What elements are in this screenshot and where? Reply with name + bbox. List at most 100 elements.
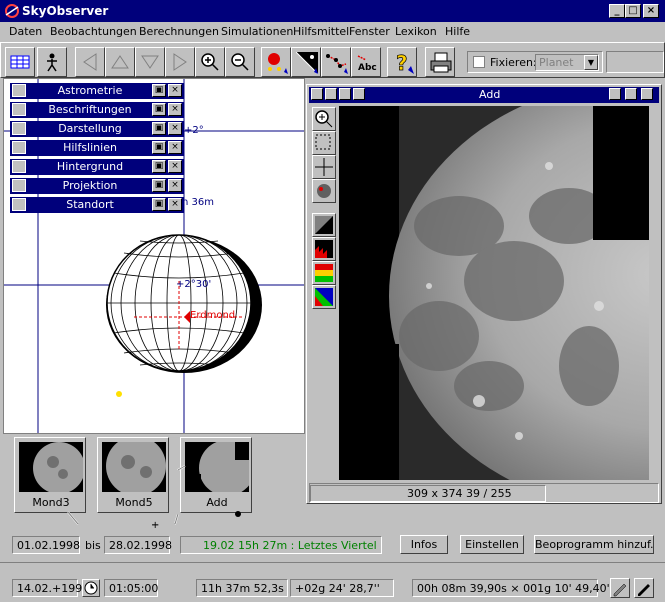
panel-projektion[interactable]: Projektion ▣ ×	[10, 178, 184, 194]
close-button[interactable]: ×	[643, 4, 659, 18]
zoom-in-button[interactable]	[195, 47, 225, 77]
planet-button[interactable]	[261, 47, 291, 77]
panel-expand-button[interactable]: ▣	[152, 141, 166, 154]
zoom-out-button[interactable]	[225, 47, 255, 77]
panel-label: Darstellung	[58, 122, 122, 135]
pencil-icon[interactable]	[12, 122, 26, 135]
edit-button-2[interactable]	[634, 578, 654, 598]
panel-expand-button[interactable]: ▣	[152, 103, 166, 116]
info-button[interactable]: Infos	[400, 535, 448, 554]
star-dot	[116, 391, 122, 397]
table-button[interactable]	[5, 47, 35, 77]
status-time-field[interactable]: 01:05:00	[104, 579, 158, 597]
constellation-button[interactable]	[321, 47, 351, 77]
menu-simulationen[interactable]: Simulationen	[221, 25, 293, 38]
false-color-tool[interactable]	[312, 285, 336, 309]
fix-checkbox[interactable]	[473, 56, 485, 68]
pencil-icon[interactable]	[12, 198, 26, 211]
date-from-field[interactable]: 01.02.1998	[12, 536, 80, 554]
panel-darstellung[interactable]: Darstellung ▣ ×	[10, 121, 184, 137]
arrow-up-icon	[111, 55, 129, 69]
pencil-icon[interactable]	[12, 160, 26, 173]
panel-close-button[interactable]: ×	[168, 122, 182, 135]
question-icon: ?	[396, 52, 414, 74]
histogram-tool[interactable]	[312, 237, 336, 261]
sky-map[interactable]: +2° h 36m +2°30' Erdmond Astrometrie ▣ × B…	[3, 78, 305, 434]
magnifier-icon	[315, 110, 333, 128]
chevron-down-icon[interactable]: ▼	[584, 55, 598, 70]
panel-close-button[interactable]: ×	[168, 160, 182, 173]
settings-button[interactable]: Einstellen	[460, 535, 524, 554]
panel-close-button[interactable]: ×	[168, 198, 182, 211]
settings-button-label: Einstellen	[465, 538, 519, 551]
minimize-button[interactable]: _	[609, 4, 625, 18]
panel-expand-button[interactable]: ▣	[152, 122, 166, 135]
move-left-button[interactable]	[75, 47, 105, 77]
color-tool[interactable]	[312, 179, 336, 203]
person-icon	[47, 53, 57, 72]
crosshair-tool[interactable]	[312, 155, 336, 179]
pencil-icon[interactable]	[12, 179, 26, 192]
status-ra-value: 11h 37m 52,3s	[201, 582, 284, 595]
close-icon[interactable]	[641, 88, 653, 100]
pencil-icon[interactable]	[12, 103, 26, 116]
print-button[interactable]	[425, 47, 455, 77]
menu-hilfsmittel[interactable]: Hilfsmittel	[293, 25, 349, 38]
label-declination: +2°	[184, 125, 204, 136]
panel-close-button[interactable]: ×	[168, 103, 182, 116]
copy-icon[interactable]	[325, 88, 337, 100]
panel-close-button[interactable]: ×	[168, 179, 182, 192]
panel-astrometrie[interactable]: Astrometrie ▣ ×	[10, 83, 184, 99]
menu-hilfe[interactable]: Hilfe	[445, 25, 470, 38]
panel-standort[interactable]: Standort ▣ ×	[10, 197, 184, 213]
panel-close-button[interactable]: ×	[168, 141, 182, 154]
help-button[interactable]: ?	[387, 47, 417, 77]
menu-berechnungen[interactable]: Berechnungen	[139, 25, 219, 38]
print-icon[interactable]	[353, 88, 365, 100]
panel-expand-button[interactable]: ▣	[152, 179, 166, 192]
panel-hintergrund[interactable]: Hintergrund ▣ ×	[10, 159, 184, 175]
move-right-button[interactable]	[165, 47, 195, 77]
move-up-button[interactable]	[105, 47, 135, 77]
edit-button-1[interactable]	[610, 578, 630, 598]
image-status-bar: 309 x 374 39 / 255	[309, 483, 659, 503]
panel-expand-button[interactable]: ▣	[152, 198, 166, 211]
select-tool[interactable]	[312, 131, 336, 155]
fix-select[interactable]: Planet ▼	[535, 54, 599, 71]
arrow-left-icon	[83, 53, 97, 71]
menu-bar: Daten Beobachtungen Berechnungen Simulat…	[0, 22, 665, 42]
panel-expand-button[interactable]: ▣	[152, 160, 166, 173]
maximize-icon[interactable]	[625, 88, 637, 100]
add-program-button[interactable]: Beoprogramm hinzuf.	[534, 535, 654, 554]
clock-button[interactable]	[82, 579, 100, 597]
pencil-icon[interactable]	[12, 141, 26, 154]
save-icon[interactable]	[311, 88, 323, 100]
panel-hilfslinien[interactable]: Hilfslinien ▣ ×	[10, 140, 184, 156]
histogram-icon	[315, 240, 333, 258]
panel-close-button[interactable]: ×	[168, 84, 182, 97]
observer-button[interactable]	[37, 47, 67, 77]
moon-image[interactable]	[339, 106, 649, 480]
menu-beobachtungen[interactable]: Beobachtungen	[50, 25, 137, 38]
clock-icon	[84, 581, 98, 595]
star-button[interactable]	[291, 47, 321, 77]
panel-beschriftungen[interactable]: Beschriftungen ▣ ×	[10, 102, 184, 118]
grayscale-tool[interactable]	[312, 213, 336, 237]
pencil-icon[interactable]	[12, 84, 26, 97]
panel-expand-button[interactable]: ▣	[152, 84, 166, 97]
status-coords-value: 00h 08m 39,90s × 001g 10' 49,40''	[417, 582, 613, 595]
zoom-tool[interactable]	[312, 107, 336, 131]
status-date-field[interactable]: 14.02.+1998	[12, 579, 89, 597]
date-to-field[interactable]: 28.02.1998	[104, 536, 172, 554]
maximize-button[interactable]: □	[625, 4, 641, 18]
menu-lexikon[interactable]: Lexikon	[395, 25, 437, 38]
labels-button[interactable]: Abc	[351, 47, 381, 77]
menu-daten[interactable]: Daten	[9, 25, 42, 38]
move-down-button[interactable]	[135, 47, 165, 77]
minimize-icon[interactable]	[609, 88, 621, 100]
menu-fenster[interactable]: Fenster	[349, 25, 390, 38]
rainbow-tool[interactable]	[312, 261, 336, 285]
edit-icon[interactable]	[339, 88, 351, 100]
panel-label: Astrometrie	[57, 84, 123, 97]
status-time-value: 01:05:00	[109, 582, 159, 595]
